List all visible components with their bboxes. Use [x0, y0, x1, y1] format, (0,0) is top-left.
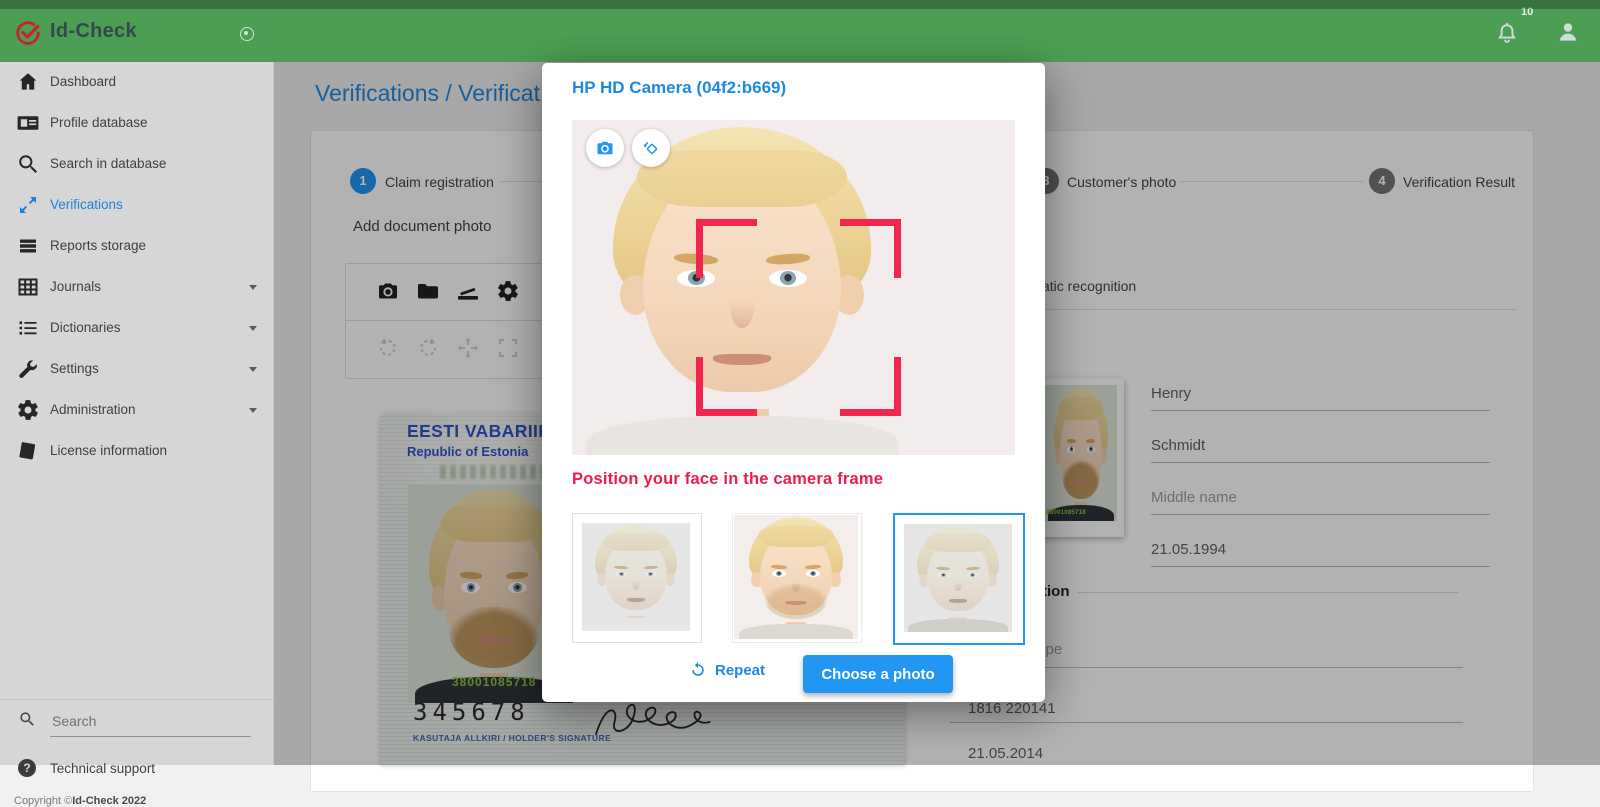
- chevron-down-icon: [249, 367, 257, 372]
- face-frame-corner: [840, 357, 901, 416]
- sidebar-item-label: Search in database: [50, 156, 166, 171]
- camera-capture-dialog: HP HD Camera (04f2:b669) Position your f…: [542, 63, 1045, 702]
- chevron-down-icon: [249, 285, 257, 290]
- repeat-button[interactable]: Repeat: [688, 660, 765, 680]
- sidebar-item-settings[interactable]: Settings: [0, 349, 273, 390]
- wrench-icon: [16, 357, 40, 381]
- face-frame-corner: [840, 219, 901, 278]
- bulleted-list-icon: [16, 316, 40, 340]
- position-face-instruction: Position your face in the camera frame: [572, 470, 883, 489]
- gear-icon: [16, 398, 40, 422]
- chevron-down-icon: [249, 326, 257, 331]
- sidebar: Dashboard Profile database Search in dat…: [0, 62, 274, 765]
- chevron-down-icon: [249, 408, 257, 413]
- sidebar-item-administration[interactable]: Administration: [0, 390, 273, 431]
- sidebar-item-dashboard[interactable]: Dashboard: [0, 62, 273, 103]
- sidebar-item-label: Reports storage: [50, 238, 146, 253]
- search-icon: [18, 710, 36, 728]
- window-top-edge: [0, 0, 1600, 9]
- table-icon: [16, 275, 40, 299]
- sidebar-item-dictionaries[interactable]: Dictionaries: [0, 308, 273, 349]
- sidebar-item-search-database[interactable]: Search in database: [0, 144, 273, 185]
- sidebar-item-profile-database[interactable]: Profile database: [0, 103, 273, 144]
- take-photo-button[interactable]: [586, 129, 624, 167]
- search-icon: [16, 152, 40, 176]
- sidebar-item-label: Dashboard: [50, 74, 116, 89]
- face-frame-corner: [696, 219, 757, 278]
- stacked-bars-icon: [16, 234, 40, 258]
- face-frame-corner: [696, 357, 757, 416]
- sidebar-item-reports-storage[interactable]: Reports storage: [0, 226, 273, 267]
- sidebar-item-label: Verifications: [50, 197, 123, 212]
- refresh-icon: [688, 660, 708, 680]
- sidebar-item-journals[interactable]: Journals: [0, 267, 273, 308]
- sidebar-item-label: Profile database: [50, 115, 148, 130]
- flip-camera-icon: [641, 138, 662, 159]
- app-title: Id-Check: [50, 20, 137, 43]
- photo-thumbnail-1[interactable]: [572, 513, 702, 643]
- camera-device-title: HP HD Camera (04f2:b669): [572, 78, 786, 98]
- home-icon: [16, 70, 40, 94]
- sidebar-item-verifications[interactable]: Verifications: [0, 185, 273, 226]
- photo-thumbnail-3-selected[interactable]: [893, 513, 1025, 645]
- sidebar-divider: [0, 699, 273, 700]
- id-card-icon: [16, 111, 40, 135]
- camera-preview: [572, 120, 1015, 455]
- user-account-icon[interactable]: [1554, 18, 1582, 46]
- photo-thumbnail-2[interactable]: [732, 513, 862, 643]
- book-icon: [16, 439, 40, 463]
- sidebar-item-label: Journals: [50, 279, 101, 294]
- status-indicator-icon: [240, 27, 254, 41]
- repeat-label: Repeat: [715, 662, 765, 679]
- sidebar-item-label: Settings: [50, 361, 99, 376]
- notifications-bell-icon[interactable]: [1494, 20, 1520, 46]
- sidebar-search-input[interactable]: [50, 705, 251, 737]
- sidebar-item-label: Dictionaries: [50, 320, 121, 335]
- question-mark-icon: ?: [18, 759, 36, 777]
- diagonal-arrows-icon: [16, 193, 40, 217]
- top-bar: Id-Check 10: [0, 0, 1600, 62]
- technical-support-link[interactable]: Technical support: [50, 761, 155, 776]
- id-check-logo-icon: [13, 18, 43, 48]
- sidebar-item-license-information[interactable]: License information: [0, 431, 273, 472]
- switch-camera-button[interactable]: [632, 129, 670, 167]
- sidebar-item-label: Administration: [50, 402, 136, 417]
- sidebar-item-label: License information: [50, 443, 167, 458]
- choose-photo-button[interactable]: Choose a photo: [803, 655, 953, 693]
- camera-icon: [595, 138, 615, 158]
- copyright-text: Copyright ©Id-Check 2022: [14, 795, 146, 807]
